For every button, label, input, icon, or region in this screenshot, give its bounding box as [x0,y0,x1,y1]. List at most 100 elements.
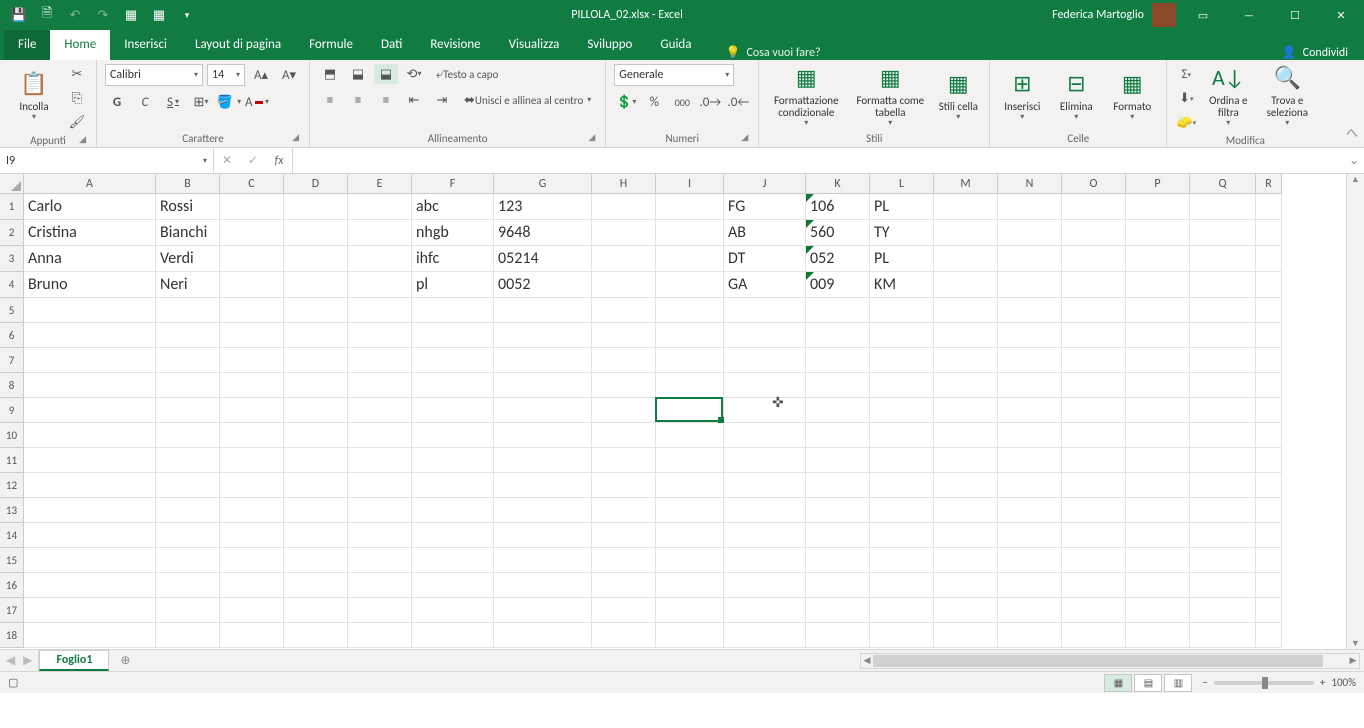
user-avatar[interactable] [1152,3,1176,27]
cell-J8[interactable] [724,373,806,398]
cell-M16[interactable] [934,573,998,598]
cell-N9[interactable] [998,398,1062,423]
merge-center-button[interactable]: ⬌ Unisci e allinea al centro▾ [458,90,597,110]
cell-P8[interactable] [1126,373,1190,398]
col-header-L[interactable]: L [870,174,934,194]
cell-B18[interactable] [156,623,220,648]
cell-M1[interactable] [934,194,998,220]
cell-J11[interactable] [724,448,806,473]
cell-H2[interactable] [592,220,656,246]
cell-L2[interactable]: TY [870,220,934,246]
cell-M6[interactable] [934,323,998,348]
cell-I9[interactable] [656,398,724,423]
close-button[interactable]: ✕ [1318,0,1364,30]
row-header-14[interactable]: 14 [0,523,24,548]
cell-F7[interactable] [412,348,494,373]
cell-E6[interactable] [348,323,412,348]
copy-icon[interactable]: ⎘ [66,88,88,108]
col-header-D[interactable]: D [284,174,348,194]
cell-B13[interactable] [156,498,220,523]
cell-Q9[interactable] [1190,398,1256,423]
cell-I2[interactable] [656,220,724,246]
cell-P2[interactable] [1126,220,1190,246]
cell-O8[interactable] [1062,373,1126,398]
col-header-M[interactable]: M [934,174,998,194]
decrease-font-icon[interactable]: A▾ [277,65,301,85]
cell-L13[interactable] [870,498,934,523]
cell-L5[interactable] [870,298,934,323]
cell-F11[interactable] [412,448,494,473]
cell-Q4[interactable] [1190,272,1256,298]
cell-I17[interactable] [656,598,724,623]
cell-K8[interactable] [806,373,870,398]
cell-B10[interactable] [156,423,220,448]
cell-H3[interactable] [592,246,656,272]
sheet-nav-prev-icon[interactable]: ◀ [6,653,15,668]
cell-G10[interactable] [494,423,592,448]
cell-R18[interactable] [1256,623,1282,648]
cell-L9[interactable] [870,398,934,423]
cell-B3[interactable]: Verdi [156,246,220,272]
cell-G8[interactable] [494,373,592,398]
row-header-10[interactable]: 10 [0,423,24,448]
cell-R16[interactable] [1256,573,1282,598]
cell-M8[interactable] [934,373,998,398]
cell-E14[interactable] [348,523,412,548]
italic-button[interactable]: C [133,92,157,112]
cell-A11[interactable] [24,448,156,473]
cell-B12[interactable] [156,473,220,498]
cell-G2[interactable]: 9648 [494,220,592,246]
cell-F1[interactable]: abc [412,194,494,220]
cell-E2[interactable] [348,220,412,246]
row-header-17[interactable]: 17 [0,598,24,623]
cell-G14[interactable] [494,523,592,548]
cell-J5[interactable] [724,298,806,323]
col-header-E[interactable]: E [348,174,412,194]
cell-R12[interactable] [1256,473,1282,498]
zoom-control[interactable]: − + 100% [1202,676,1356,689]
cell-P5[interactable] [1126,298,1190,323]
cell-D14[interactable] [284,523,348,548]
cell-M13[interactable] [934,498,998,523]
cell-B11[interactable] [156,448,220,473]
cell-G11[interactable] [494,448,592,473]
col-header-H[interactable]: H [592,174,656,194]
cell-Q7[interactable] [1190,348,1256,373]
cell-K15[interactable] [806,548,870,573]
col-header-I[interactable]: I [656,174,724,194]
cell-K18[interactable] [806,623,870,648]
font-color-button[interactable]: A▾ [245,92,269,112]
cell-O5[interactable] [1062,298,1126,323]
cell-C10[interactable] [220,423,284,448]
cell-G4[interactable]: 0052 [494,272,592,298]
cell-E10[interactable] [348,423,412,448]
format-painter-icon[interactable]: 🖌 [66,112,88,132]
cell-N13[interactable] [998,498,1062,523]
cell-F12[interactable] [412,473,494,498]
col-header-R[interactable]: R [1256,174,1282,194]
col-header-G[interactable]: G [494,174,592,194]
zoom-in-icon[interactable]: + [1320,676,1325,689]
cell-L6[interactable] [870,323,934,348]
cell-J1[interactable]: FG [724,194,806,220]
cell-K12[interactable] [806,473,870,498]
cell-D2[interactable] [284,220,348,246]
cell-H14[interactable] [592,523,656,548]
fill-icon[interactable]: ⬇▾ [1175,88,1197,108]
expand-formula-bar-icon[interactable]: ⌄ [1344,148,1364,173]
cell-M9[interactable] [934,398,998,423]
cell-B16[interactable] [156,573,220,598]
cell-F13[interactable] [412,498,494,523]
cell-F2[interactable]: nhgb [412,220,494,246]
cell-N5[interactable] [998,298,1062,323]
cell-O2[interactable] [1062,220,1126,246]
cell-I6[interactable] [656,323,724,348]
cell-K16[interactable] [806,573,870,598]
cell-C8[interactable] [220,373,284,398]
number-launcher-icon[interactable]: ◢ [741,132,748,143]
save-icon[interactable]: 💾 [6,4,32,26]
cell-D17[interactable] [284,598,348,623]
cell-F10[interactable] [412,423,494,448]
cell-C4[interactable] [220,272,284,298]
cell-B14[interactable] [156,523,220,548]
